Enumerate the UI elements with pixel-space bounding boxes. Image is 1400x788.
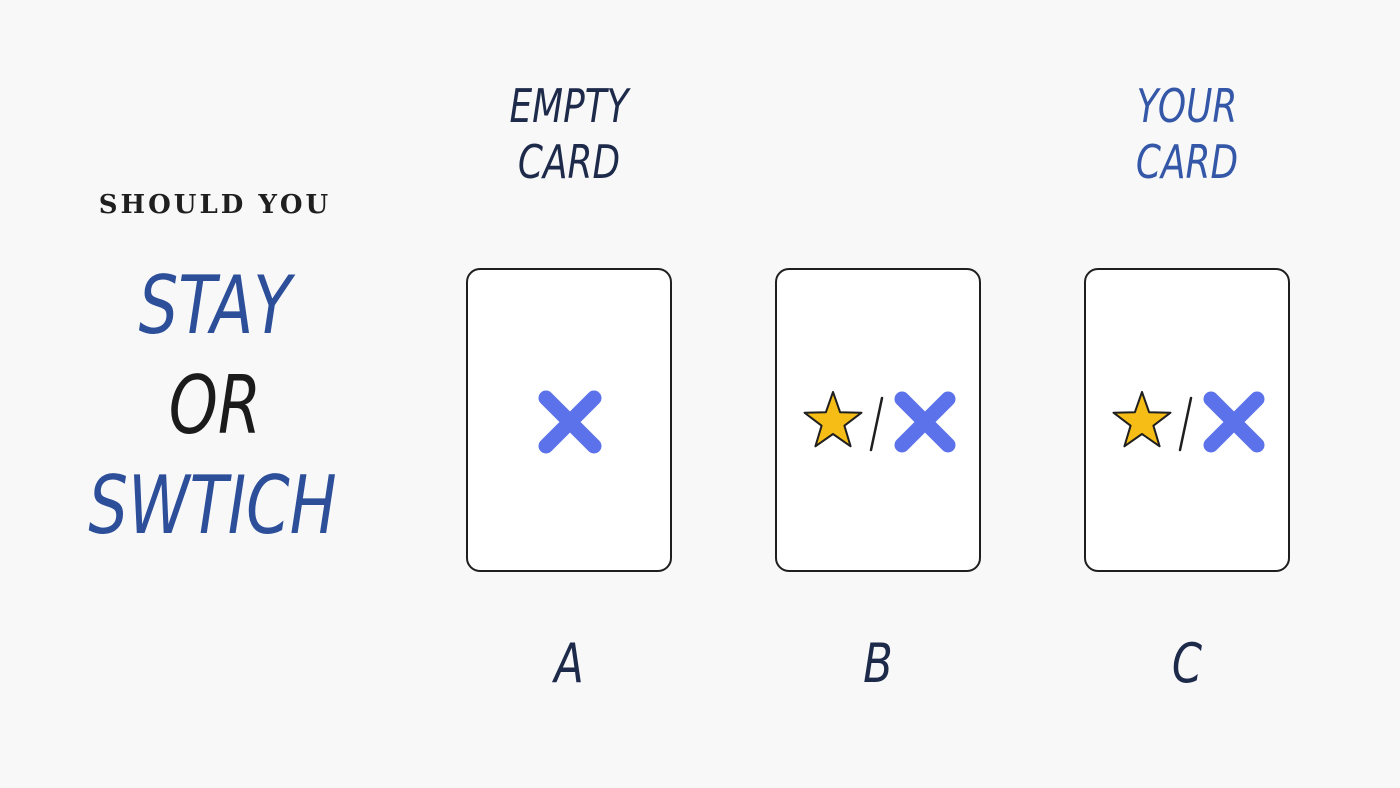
card-a-top-label: EMPTY CARD xyxy=(509,79,629,189)
card-c[interactable] xyxy=(1084,268,1290,572)
option-stay: STAY xyxy=(138,259,292,352)
card-a-letter: A xyxy=(554,632,584,695)
slash-divider xyxy=(1178,396,1193,452)
card-c-letter: C xyxy=(1171,632,1203,695)
card-a-symbols xyxy=(538,390,602,454)
card-b-symbols xyxy=(803,391,956,453)
slash-divider xyxy=(869,396,884,452)
connector-or: OR xyxy=(168,359,262,452)
star-icon xyxy=(803,391,863,448)
card-c-symbols xyxy=(1112,391,1265,453)
card-b-letter: B xyxy=(863,632,893,695)
question-block: SHOULD YOU STAY OR SWTICH xyxy=(60,190,380,556)
option-switch: SWTICH xyxy=(88,459,337,552)
x-icon xyxy=(1203,391,1265,453)
card-a[interactable] xyxy=(466,268,672,572)
card-b[interactable] xyxy=(775,268,981,572)
card-c-top-label: YOUR CARD xyxy=(1135,79,1239,189)
x-icon xyxy=(538,390,602,454)
prompt-intro: SHOULD YOU xyxy=(98,190,332,220)
star-icon xyxy=(1112,391,1172,448)
x-icon xyxy=(894,391,956,453)
